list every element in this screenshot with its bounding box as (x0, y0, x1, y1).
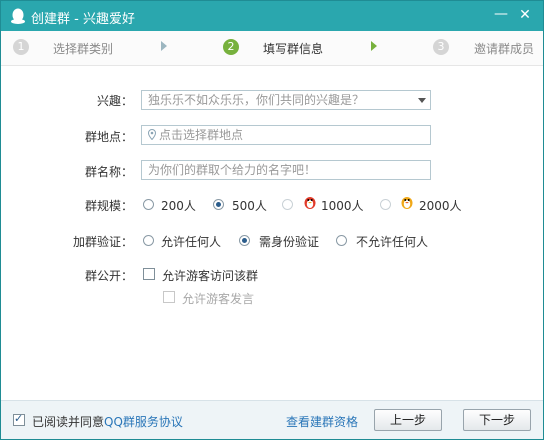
step-3-label: 邀请群成员 (474, 42, 535, 56)
interest-placeholder: 独乐乐不如众乐乐，你们共同的兴趣是？ (148, 93, 365, 107)
footer-bar: 已阅读并同意QQ群服务协议 查看建群资格 上一步 下一步 (1, 400, 543, 439)
verify-nobody-label[interactable]: 不允许任何人 (356, 233, 428, 250)
step-1-label: 选择群类别 (53, 42, 114, 56)
yellow-penguin-icon (401, 197, 413, 209)
step-arrow-icon (161, 41, 167, 51)
location-placeholder: 点击选择群地点 (159, 128, 244, 142)
verify-identity-label[interactable]: 需身份验证 (259, 233, 319, 250)
interest-label: 兴趣： (96, 94, 133, 108)
step-2-label: 填写群信息 (263, 42, 324, 56)
verify-label: 加群验证： (72, 235, 133, 249)
location-field[interactable]: 点击选择群地点 (141, 125, 431, 145)
agree-text: 已阅读并同意QQ群服务协议 (32, 413, 183, 430)
step-3-number: 3 (433, 39, 449, 55)
scale-label: 群规模： (84, 199, 133, 213)
scale-1000-radio[interactable] (282, 199, 293, 210)
scale-2000-radio[interactable] (380, 199, 391, 210)
group-name-placeholder: 为你们的群取个给力的名字吧！ (148, 163, 317, 177)
step-arrow-active-icon (371, 41, 377, 51)
agree-prefix: 已阅读并同意 (32, 415, 105, 429)
minimize-button[interactable]: — (493, 7, 509, 23)
verify-identity-radio[interactable] (239, 235, 250, 246)
step-indicator: 1 选择群类别 2 填写群信息 3 邀请群成员 (1, 31, 543, 66)
step-1-number: 1 (13, 39, 29, 55)
verify-anyone-label[interactable]: 允许任何人 (161, 233, 221, 250)
scale-500-label[interactable]: 500人 (232, 197, 267, 214)
interest-select[interactable]: 独乐乐不如众乐乐，你们共同的兴趣是？ (141, 90, 431, 110)
location-label: 群地点： (84, 130, 133, 144)
location-pin-icon (148, 129, 156, 140)
title-bar: 创建群 - 兴趣爱好 — ✕ (1, 1, 543, 31)
chevron-down-icon[interactable] (418, 98, 426, 103)
public-label: 群公开： (84, 269, 133, 283)
allow-speak-checkbox[interactable] (163, 291, 175, 303)
allow-visitor-checkbox[interactable] (143, 268, 155, 280)
scale-200-label[interactable]: 200人 (161, 197, 196, 214)
allow-speak-label: 允许游客发言 (182, 292, 255, 306)
verify-anyone-radio[interactable] (143, 235, 154, 246)
prev-step-button[interactable]: 上一步 (374, 409, 442, 431)
scale-1000-label[interactable]: 1000人 (321, 197, 364, 214)
agree-checkbox[interactable] (13, 412, 25, 426)
window-title: 创建群 - 兴趣爱好 (31, 12, 135, 27)
scale-2000-label[interactable]: 2000人 (419, 197, 462, 214)
verify-nobody-radio[interactable] (336, 235, 347, 246)
qualification-link[interactable]: 查看建群资格 (286, 413, 358, 430)
create-group-window: 创建群 - 兴趣爱好 — ✕ 1 选择群类别 2 填写群信息 3 邀请群成员 兴… (0, 0, 544, 440)
scale-500-radio[interactable] (213, 199, 224, 210)
step-2-number: 2 (223, 39, 239, 55)
qq-penguin-icon (11, 8, 25, 24)
red-penguin-icon (304, 197, 316, 209)
scale-200-radio[interactable] (143, 199, 154, 210)
group-name-label: 群名称： (84, 165, 133, 179)
next-step-button[interactable]: 下一步 (463, 409, 531, 431)
service-agreement-link[interactable]: QQ群服务协议 (104, 415, 183, 429)
group-name-input[interactable]: 为你们的群取个给力的名字吧！ (141, 160, 431, 180)
close-button[interactable]: ✕ (517, 7, 533, 23)
allow-visitor-label[interactable]: 允许游客访问该群 (162, 267, 258, 284)
